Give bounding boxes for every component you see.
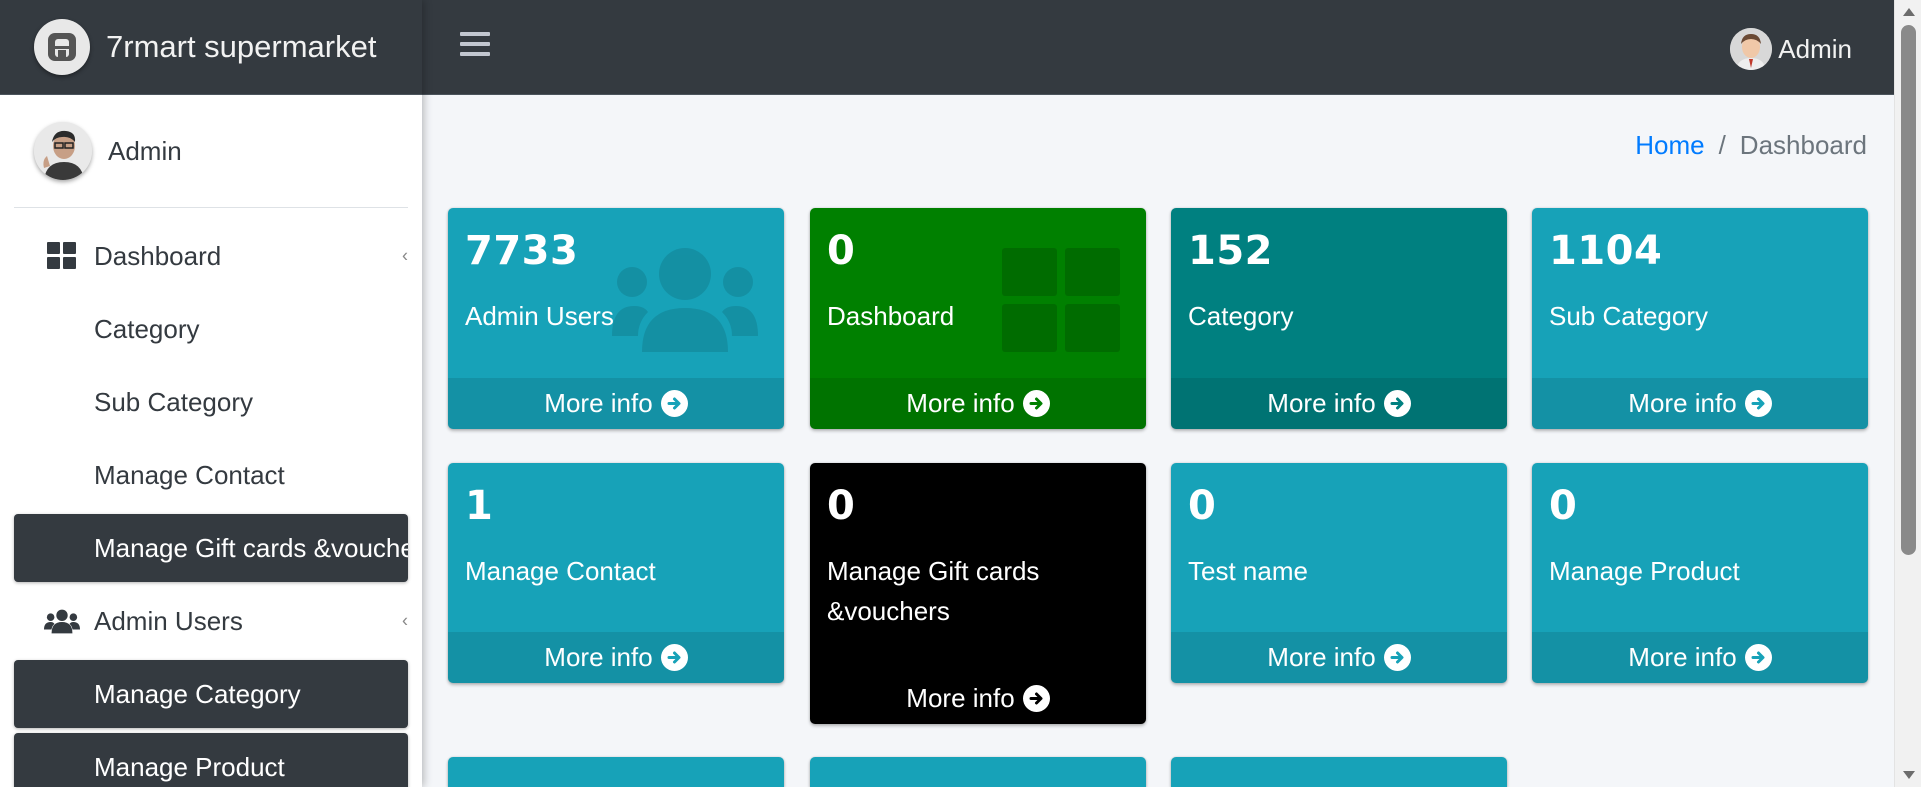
sidebar-item-admin-users[interactable]: Admin Users ‹ (14, 587, 408, 655)
user-name: Admin (108, 135, 182, 166)
stat-card-admin-users: 7733 Admin Users More info (448, 208, 784, 429)
more-info-label: More info (906, 388, 1015, 418)
sidebar-item-label: Manage Contact (94, 459, 285, 490)
top-navbar: Admin (422, 0, 1894, 95)
dashboard-grid-icon (44, 241, 80, 271)
sidebar-item-label: Manage Product (94, 751, 285, 782)
sidebar-item-label: Sub Category (94, 386, 253, 417)
stat-count: 0 (827, 228, 856, 274)
sidebar-item-label: Manage Gift cards &vouchers (94, 532, 408, 563)
stat-card-test-name: 0 Test name More info (1171, 463, 1507, 683)
arrow-circle-right-icon (1022, 685, 1050, 712)
scroll-up-icon[interactable] (1903, 8, 1915, 16)
arrow-circle-right-icon (1744, 644, 1772, 671)
more-info-link[interactable]: More info (1532, 378, 1868, 429)
stat-card-sub-category: 1104 Sub Category More info (1532, 208, 1868, 429)
more-info-label: More info (544, 642, 653, 672)
stat-label: Manage Product (1549, 556, 1740, 586)
sidebar-item-dashboard[interactable]: Dashboard ‹ (14, 222, 408, 290)
more-info-label: More info (1267, 388, 1376, 418)
users-icon (612, 248, 758, 357)
stat-card-category: 152 Category More info (1171, 208, 1507, 429)
stat-card-manage-product: 0 Manage Product More info (1532, 463, 1868, 683)
user-menu[interactable]: Admin (1730, 28, 1852, 70)
more-info-link[interactable]: More info (1532, 632, 1868, 683)
breadcrumb: Home / Dashboard (1635, 130, 1867, 161)
chevron-left-icon: ‹ (402, 610, 408, 631)
stat-card-manage-contact: 1 Manage Contact More info (448, 463, 784, 683)
sidebar-item-manage-category[interactable]: Manage Category (14, 660, 408, 728)
more-info-link[interactable]: More info (1171, 378, 1507, 429)
more-info-link[interactable]: More info (1171, 632, 1507, 683)
stat-count: 152 (1188, 228, 1273, 274)
brand-name: 7rmart supermarket (106, 29, 377, 64)
sidebar-nav: Dashboard ‹ Category Sub Category Manage… (14, 222, 408, 787)
breadcrumb-current: Dashboard (1739, 130, 1867, 160)
main-sidebar: 7rmart supermarket Admin Dashboard ‹ Cat… (0, 0, 422, 787)
top-user-name: Admin (1778, 33, 1852, 64)
arrow-circle-right-icon (1383, 390, 1411, 417)
more-info-link[interactable]: More info (448, 378, 784, 429)
stat-count: 7733 (465, 228, 579, 274)
brand-link[interactable]: 7rmart supermarket (0, 0, 422, 95)
arrow-circle-right-icon (1744, 390, 1772, 417)
arrow-circle-right-icon (1022, 390, 1050, 417)
arrow-circle-right-icon (660, 390, 688, 417)
sidebar-item-label: Admin Users (94, 605, 243, 636)
sidebar-item-category[interactable]: Category (14, 295, 408, 363)
arrow-circle-right-icon (660, 644, 688, 671)
stat-count: 1104 (1549, 228, 1663, 274)
page-scrollbar[interactable] (1894, 0, 1921, 787)
users-icon (44, 606, 80, 636)
menu-toggle-icon[interactable] (460, 32, 490, 62)
stat-count: 0 (1188, 483, 1217, 529)
user-panel[interactable]: Admin (14, 95, 408, 208)
stat-count: 0 (1549, 483, 1578, 529)
user-avatar (1730, 28, 1773, 70)
stat-card-dashboard: 0 Dashboard More info (810, 208, 1146, 429)
breadcrumb-separator: / (1718, 130, 1726, 160)
user-avatar (34, 122, 92, 180)
stat-label: Category (1188, 301, 1294, 331)
stat-count: 0 (827, 483, 856, 529)
stat-label: Sub Category (1549, 301, 1708, 331)
stat-label: Manage Contact (465, 556, 656, 586)
stat-count: 1 (465, 483, 494, 529)
brand-logo-icon (34, 19, 90, 75)
sidebar-item-label: Dashboard (94, 240, 222, 271)
sidebar-item-manage-contact[interactable]: Manage Contact (14, 441, 408, 509)
more-info-label: More info (1267, 642, 1376, 672)
chevron-left-icon: ‹ (402, 245, 408, 266)
sidebar-item-label: Manage Category (94, 678, 301, 709)
scrollbar-thumb[interactable] (1901, 25, 1916, 555)
more-info-label: More info (1628, 388, 1737, 418)
stat-card-partial (448, 757, 784, 787)
more-info-link[interactable]: More info (810, 673, 1146, 724)
more-info-label: More info (544, 388, 653, 418)
stat-label: Test name (1188, 556, 1308, 586)
dashboard-grid-icon (1002, 248, 1120, 357)
stat-label: Manage Gift cards &vouchers (827, 556, 1040, 626)
scroll-down-icon[interactable] (1903, 771, 1915, 779)
sidebar-item-manage-product[interactable]: Manage Product (14, 733, 408, 787)
arrow-circle-right-icon (1383, 644, 1411, 671)
stat-card-partial (810, 757, 1146, 787)
stat-card-partial (1171, 757, 1507, 787)
breadcrumb-home-link[interactable]: Home (1635, 130, 1704, 161)
more-info-link[interactable]: More info (448, 632, 784, 683)
more-info-label: More info (906, 683, 1015, 713)
sidebar-item-manage-gift-cards[interactable]: Manage Gift cards &vouchers (14, 514, 408, 582)
sidebar-item-sub-category[interactable]: Sub Category (14, 368, 408, 436)
stat-card-manage-gift-cards: 0 Manage Gift cards &vouchers More info (810, 463, 1146, 724)
sidebar-item-label: Category (94, 313, 200, 344)
more-info-link[interactable]: More info (810, 378, 1146, 429)
more-info-label: More info (1628, 642, 1737, 672)
